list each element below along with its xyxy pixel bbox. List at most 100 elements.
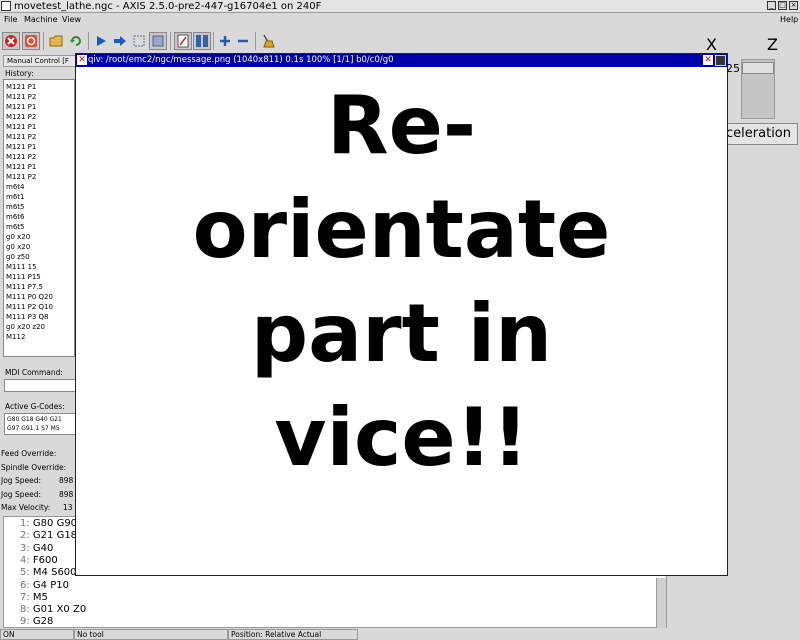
gcode-line[interactable]: 8: G01 X0 Z0: [20, 604, 86, 615]
gcode-line[interactable]: 7: M5: [20, 592, 48, 603]
tool-status: No tool: [74, 629, 228, 640]
qiv-title: qiv: /root/emc2/ngc/message.png (1040x81…: [88, 55, 394, 65]
minus-icon: [238, 39, 248, 43]
gcode-scrollbar[interactable]: [656, 578, 666, 628]
history-item[interactable]: M121 P2: [6, 152, 72, 162]
menu-view[interactable]: View: [62, 15, 81, 24]
history-item[interactable]: M121 P2: [6, 92, 72, 102]
history-item[interactable]: m6t6: [6, 212, 72, 222]
reload-icon: [70, 36, 81, 46]
gcode-line-number: 8:: [20, 604, 33, 616]
step-button[interactable]: [111, 32, 129, 50]
jog-speed-value-2: 898: [59, 490, 74, 499]
gcode-line[interactable]: 3: G40: [20, 543, 53, 554]
gcode-line-text: G40: [32, 542, 54, 554]
history-item[interactable]: g0 x20: [6, 232, 72, 242]
axis-x-header: X: [706, 35, 717, 54]
mdi-command-input[interactable]: [4, 379, 76, 392]
history-item[interactable]: g0 x20: [6, 242, 72, 252]
play-icon: [97, 36, 106, 46]
gcode-line[interactable]: 6: G4 P10: [20, 580, 69, 591]
estop-button[interactable]: [2, 32, 20, 50]
history-list[interactable]: M121 P1 M121 P2 M121 P1 M121 P2 M121 P1 M121 …: [3, 79, 75, 357]
gcode-line-number: 6:: [20, 579, 33, 591]
history-item[interactable]: M111 P15: [6, 272, 72, 282]
history-item[interactable]: M121 P2: [6, 112, 72, 122]
gcode-line-text: G01 X0 Z0: [32, 604, 87, 616]
minimize-icon[interactable]: _: [767, 1, 776, 10]
machine-power-button[interactable]: [22, 32, 40, 50]
message-image: Re-orientate part in vice!!: [76, 74, 727, 490]
pause-button[interactable]: [130, 32, 148, 50]
qiv-close-icon[interactable]: ✕: [77, 55, 87, 65]
clear-plot-button[interactable]: [259, 32, 277, 50]
history-item[interactable]: M121 P1: [6, 122, 72, 132]
gcode-line[interactable]: 5: M4 S600: [20, 567, 77, 578]
history-item[interactable]: M111 15: [6, 262, 72, 272]
history-item[interactable]: M111 P3 Q8: [6, 312, 72, 322]
active-gcodes-line: G97 G91.1 S7 M5: [7, 425, 60, 432]
step-icon: [114, 36, 126, 46]
gcode-line-number: 4:: [20, 554, 33, 566]
app-icon: [1, 1, 11, 11]
zoom-in-button[interactable]: [216, 32, 234, 50]
reload-button[interactable]: [67, 32, 85, 50]
history-item[interactable]: m6t5: [6, 222, 72, 232]
message-line: orientate: [192, 183, 611, 276]
menu-help[interactable]: Help: [780, 15, 798, 24]
history-item[interactable]: M121 P1: [6, 82, 72, 92]
stop-icon: [152, 35, 164, 47]
run-button[interactable]: [92, 32, 110, 50]
gcode-line-number: 5:: [20, 567, 33, 579]
history-item[interactable]: M111 P7.5: [6, 282, 72, 292]
history-item[interactable]: M112: [6, 332, 72, 342]
gcode-line[interactable]: 1: G80 G90: [20, 518, 77, 529]
qiv-image-window: qiv: /root/emc2/ngc/message.png (1040x81…: [75, 53, 728, 576]
gcode-line-number: 7:: [20, 591, 33, 603]
close-icon[interactable]: ×: [789, 1, 798, 10]
block-delete-button[interactable]: [174, 32, 192, 50]
optional-stop-button[interactable]: [193, 32, 211, 50]
qiv-close-icon-right[interactable]: ✕: [703, 55, 713, 65]
history-item[interactable]: M121 P1: [6, 142, 72, 152]
history-item[interactable]: g0 z50: [6, 252, 72, 262]
jog-speed-value: 898: [59, 476, 74, 485]
spindle-override-label: Spindle Override:: [1, 463, 67, 472]
history-item[interactable]: M121 P1: [6, 102, 72, 112]
history-item[interactable]: M111 P2 Q10: [6, 302, 72, 312]
stop-button[interactable]: [149, 32, 167, 50]
broom-icon: [263, 34, 275, 48]
gcode-line[interactable]: 4: F600: [20, 555, 58, 566]
window-titlebar: movetest_lathe.ngc - AXIS 2.5.0-pre2-447…: [0, 0, 800, 13]
history-item[interactable]: M121 P2: [6, 132, 72, 142]
acceleration-button[interactable]: celeration: [718, 123, 798, 145]
gcode-line-text: M5: [32, 591, 48, 603]
gcode-line-text: G80 G90: [32, 518, 78, 529]
window-title: movetest_lathe.ngc - AXIS 2.5.0-pre2-447…: [14, 0, 322, 12]
menu-file[interactable]: File: [4, 15, 17, 24]
tab-manual-control[interactable]: Manual Control [F: [3, 55, 76, 67]
power-icon: [25, 35, 37, 47]
max-velocity-value: 13: [63, 503, 73, 512]
history-item[interactable]: M111 P0 Q20: [6, 292, 72, 302]
menu-machine[interactable]: Machine: [24, 15, 58, 24]
gcode-line[interactable]: 9: G28: [20, 616, 53, 627]
history-item[interactable]: M121 P1: [6, 162, 72, 172]
zoom-out-button[interactable]: [234, 32, 252, 50]
history-item[interactable]: m6t1: [6, 192, 72, 202]
folder-icon: [49, 35, 63, 47]
axis-z-header: Z: [767, 35, 778, 54]
history-item[interactable]: M121 P2: [6, 172, 72, 182]
slider-thumb[interactable]: [742, 62, 774, 74]
toolbar: [0, 29, 668, 53]
history-item[interactable]: g0 x20 z20: [6, 322, 72, 332]
gcode-line[interactable]: 2: G21 G18: [20, 530, 77, 541]
history-item[interactable]: m6t4: [6, 182, 72, 192]
open-file-button[interactable]: [47, 32, 65, 50]
maximize-icon[interactable]: □: [778, 1, 787, 10]
position-status: Position: Relative Actual: [228, 629, 358, 640]
history-item[interactable]: m6t5: [6, 202, 72, 212]
pause-icon: [133, 35, 145, 47]
message-line: part in: [250, 287, 553, 380]
jog-speed-label-2: Jog Speed:: [1, 490, 41, 499]
